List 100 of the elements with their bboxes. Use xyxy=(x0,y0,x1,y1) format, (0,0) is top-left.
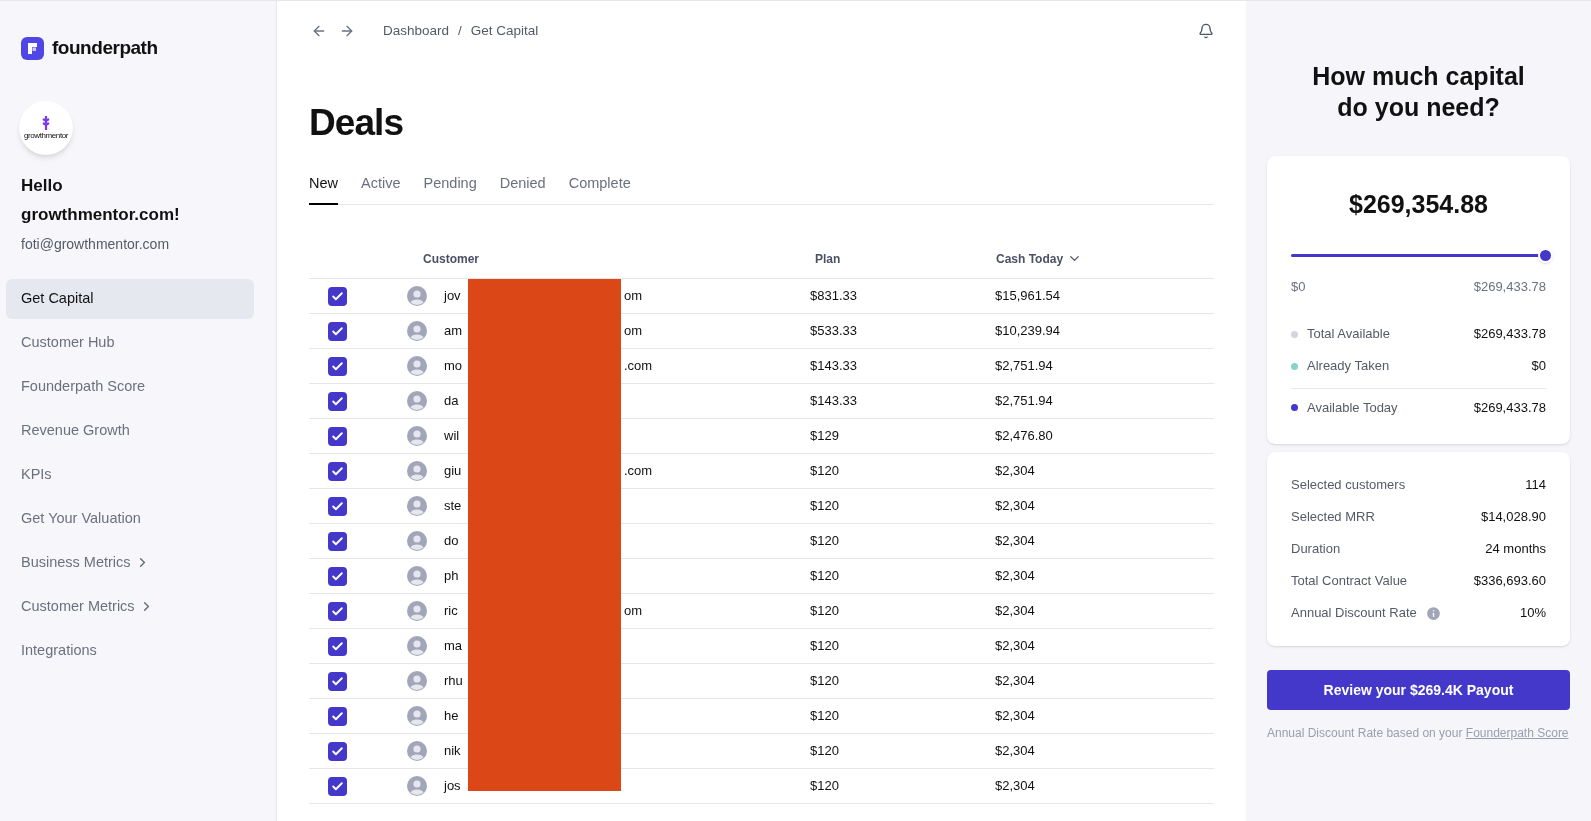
table-cell-text: $533.33 xyxy=(810,322,858,341)
table-cell-text: $15,961.54 xyxy=(995,287,1061,306)
row-checkbox[interactable] xyxy=(328,496,347,516)
row-checkbox[interactable] xyxy=(328,461,347,481)
sidebar-item[interactable]: Integrations xyxy=(6,630,254,671)
table-cell-text: $2,751.94 xyxy=(995,392,1053,411)
table-cell-text: $120 xyxy=(810,602,840,621)
column-header[interactable]: Cash Today xyxy=(988,249,1083,268)
table-cell-text: $2,304 xyxy=(995,672,1035,691)
customer-email: giu xyxy=(444,462,463,481)
avatar-icon xyxy=(407,286,427,306)
customer-email: mo xyxy=(444,357,464,376)
customer-email: jov xyxy=(444,287,462,306)
sidebar-item[interactable]: Get Capital xyxy=(6,278,254,319)
row-checkbox[interactable] xyxy=(328,636,347,656)
breadcrumb-separator: / xyxy=(458,21,462,40)
sidebar-label: KPIs xyxy=(21,464,52,484)
row-checkbox[interactable] xyxy=(328,426,347,446)
row-checkbox[interactable] xyxy=(328,671,347,691)
summary-label: Annual Discount Rate xyxy=(1291,604,1417,623)
check-icon xyxy=(331,604,344,618)
user-email: foti@growthmentor.com xyxy=(21,234,171,254)
row-checkbox[interactable] xyxy=(328,356,347,376)
sidebar-label: Revenue Growth xyxy=(21,420,130,440)
table-cell-text: $2,304 xyxy=(995,602,1035,621)
check-icon xyxy=(331,289,344,303)
check-icon xyxy=(331,744,344,758)
check-icon xyxy=(331,779,344,793)
sidebar-item[interactable]: KPIs xyxy=(6,454,254,495)
row-checkbox[interactable] xyxy=(328,706,347,726)
avatar-icon xyxy=(407,636,427,656)
table-cell-text: $2,304 xyxy=(995,637,1035,656)
summary-value: 24 months xyxy=(1485,540,1546,559)
check-icon xyxy=(331,534,344,548)
legend-label: Total Available xyxy=(1307,325,1391,344)
row-checkbox[interactable] xyxy=(328,776,347,796)
column-header: Plan xyxy=(814,250,842,268)
avatar-icon xyxy=(407,391,427,411)
avatar-icon xyxy=(407,426,427,446)
sidebar-item[interactable]: Customer Hub xyxy=(6,322,254,363)
summary-label: Total Contract Value xyxy=(1291,572,1408,591)
review-payout-button[interactable]: Review your $269.4K Payout xyxy=(1267,670,1570,710)
table-cell-text: $2,304 xyxy=(995,777,1035,796)
tab[interactable]: Complete xyxy=(568,165,631,205)
slider-min-label: $0 xyxy=(1291,277,1306,296)
check-icon xyxy=(331,394,344,408)
avatar-icon xyxy=(407,776,427,796)
back-arrow-icon[interactable] xyxy=(311,23,327,39)
row-checkbox[interactable] xyxy=(328,391,347,411)
tab[interactable]: Denied xyxy=(499,165,546,205)
customer-email: .com xyxy=(624,463,653,479)
legend-label: Already Taken xyxy=(1307,357,1391,376)
sidebar-item[interactable]: Business Metrics xyxy=(6,542,254,583)
tab[interactable]: Pending xyxy=(423,165,477,205)
breadcrumb-link[interactable]: Dashboard xyxy=(383,20,450,42)
customer-email: ric xyxy=(444,602,459,621)
avatar-icon xyxy=(407,461,427,481)
forward-arrow-icon[interactable] xyxy=(339,23,355,39)
check-icon xyxy=(331,639,344,653)
avatar-icon xyxy=(407,706,427,726)
panel-title: How much capital do you need? xyxy=(1311,61,1526,123)
notification-bell-icon[interactable] xyxy=(1198,23,1214,39)
sidebar-label: Get Your Valuation xyxy=(21,508,141,528)
sidebar-item[interactable]: Founderpath Score xyxy=(6,366,254,407)
footnote: Annual Discount Rate based on your Founderpath Score xyxy=(1267,725,1570,742)
customer-email: om xyxy=(624,288,643,304)
tab[interactable]: New xyxy=(309,165,338,205)
sidebar-label: Founderpath Score xyxy=(21,376,146,396)
check-icon xyxy=(331,464,344,478)
sidebar-item[interactable]: Customer Metrics xyxy=(6,586,254,627)
avatar-icon xyxy=(407,566,427,586)
sidebar-label: Customer Hub xyxy=(21,332,115,352)
row-checkbox[interactable] xyxy=(328,321,347,341)
summary-value: 10% xyxy=(1519,604,1546,623)
table-cell-text: $10,239.94 xyxy=(995,322,1061,341)
table-cell-text: $2,476.80 xyxy=(995,427,1053,446)
row-checkbox[interactable] xyxy=(328,286,347,306)
company-logo-text: growthmentor xyxy=(23,132,69,140)
avatar-icon xyxy=(407,531,427,551)
summary-label: Duration xyxy=(1291,540,1341,559)
row-checkbox[interactable] xyxy=(328,601,347,621)
row-checkbox[interactable] xyxy=(328,566,347,586)
check-icon xyxy=(331,429,344,443)
sidebar-item[interactable]: Get Your Valuation xyxy=(6,498,254,539)
customer-email: om xyxy=(624,323,643,339)
tab[interactable]: Active xyxy=(361,165,401,205)
legend-value: $0 xyxy=(1531,357,1546,376)
avatar-icon xyxy=(407,356,427,376)
row-checkbox[interactable] xyxy=(328,531,347,551)
row-checkbox[interactable] xyxy=(328,741,347,761)
sidebar-item[interactable]: Revenue Growth xyxy=(6,410,254,451)
sidebar-label: Business Metrics xyxy=(21,552,131,572)
customer-email: he xyxy=(444,707,460,726)
table-cell-text: $2,304 xyxy=(995,742,1035,761)
slider-thumb[interactable] xyxy=(1537,247,1553,263)
table-cell-text: $120 xyxy=(810,637,840,656)
summary-value: 114 xyxy=(1525,476,1546,495)
table-cell-text: $831.33 xyxy=(810,287,858,306)
customer-email: nik xyxy=(444,742,462,761)
breadcrumb-link[interactable]: Get Capital xyxy=(470,20,539,42)
